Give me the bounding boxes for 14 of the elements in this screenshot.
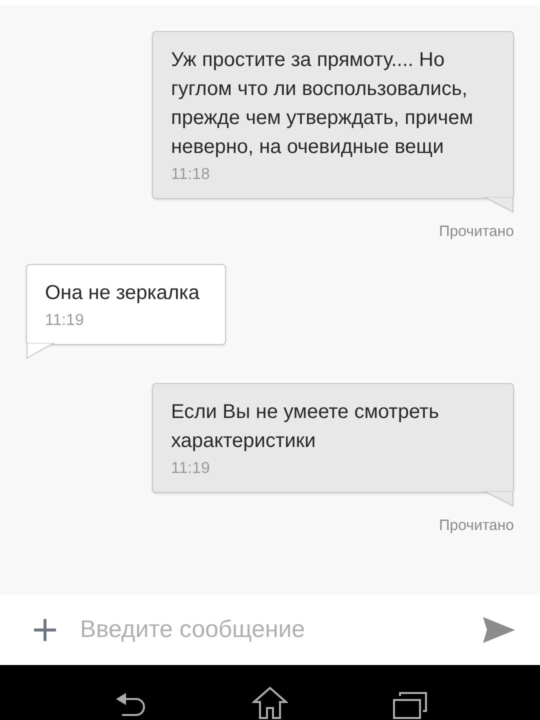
message-text: Она не зеркалка xyxy=(45,281,200,306)
recents-icon[interactable] xyxy=(392,690,428,720)
message-composer[interactable]: Введите сообщение xyxy=(0,595,540,665)
send-icon[interactable] xyxy=(482,616,516,644)
read-status: Прочитано xyxy=(439,223,514,240)
plus-icon[interactable] xyxy=(32,617,58,643)
message-time: 11:18 xyxy=(171,166,211,184)
message-text: Уж простите за прямоту.... Но гуглом что ли воспользовались, прежде чем утверждать, причем неверно, на очевидные вещи xyxy=(171,48,474,160)
read-status: Прочитано xyxy=(439,517,514,534)
home-icon[interactable] xyxy=(252,686,288,720)
message-time: 11:19 xyxy=(171,460,211,478)
message-time: 11:19 xyxy=(45,312,85,330)
message-input[interactable]: Введите сообщение xyxy=(80,616,460,644)
message-text: Если Вы не умеете смотреть характеристики xyxy=(171,400,440,454)
